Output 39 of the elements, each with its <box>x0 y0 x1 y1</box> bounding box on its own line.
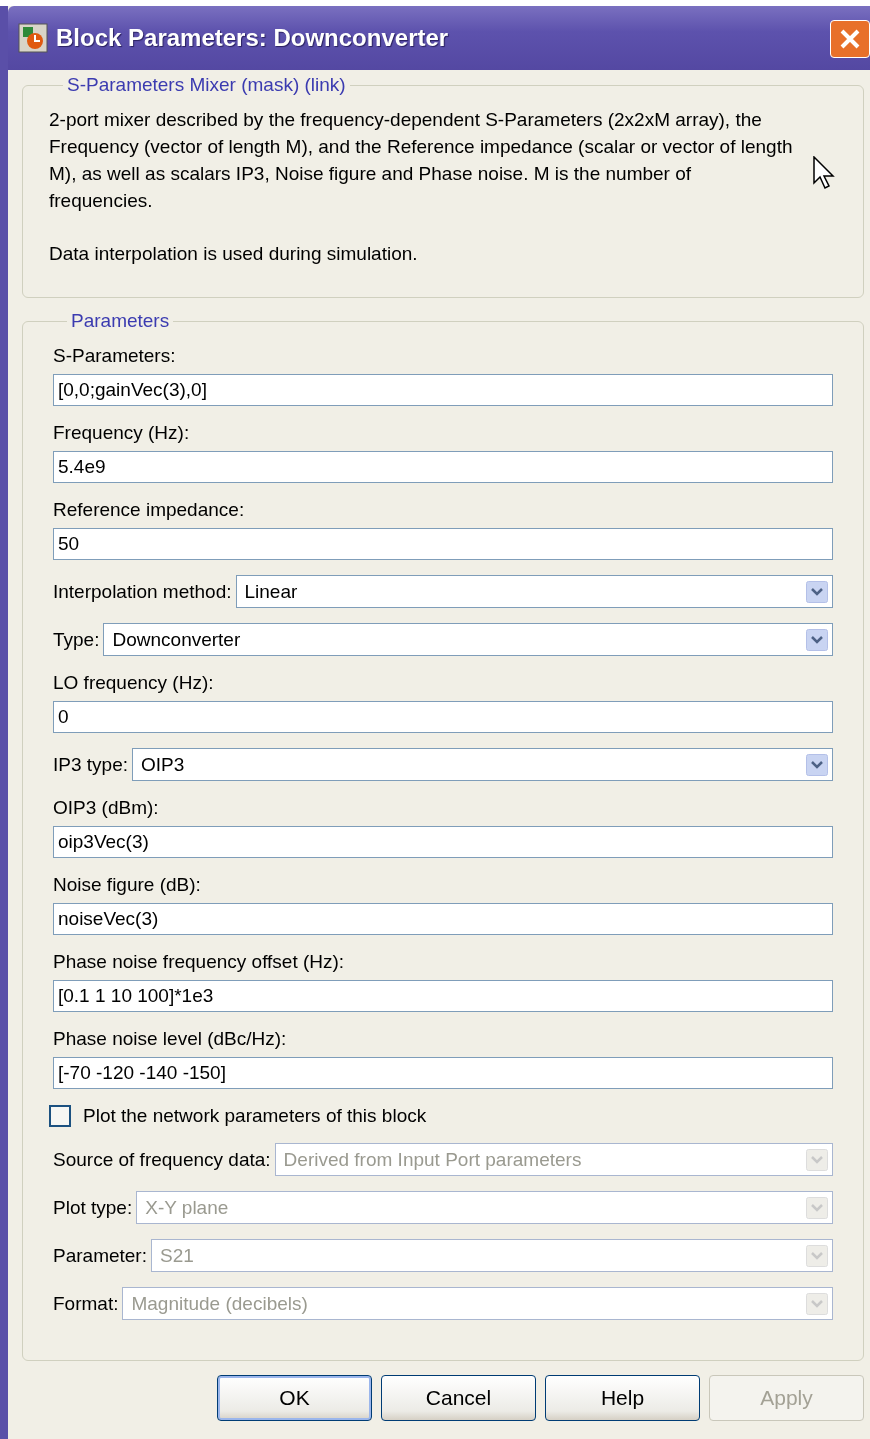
field-label: Phase noise frequency offset (Hz): <box>53 950 346 974</box>
field-label: Noise figure (dB): <box>53 873 202 897</box>
group-title: Parameters <box>70 310 171 332</box>
field-label: Type: <box>53 627 100 652</box>
input-field[interactable]: 50 <box>53 528 833 560</box>
field-label: OIP3 (dBm): <box>53 796 160 820</box>
description-text: Data interpolation is used during simulation. <box>49 242 419 266</box>
field-label: Interpolation method: <box>53 579 232 604</box>
dropdown[interactable]: Downconverter <box>103 623 833 656</box>
input-field[interactable]: oip3Vec(3) <box>53 826 833 858</box>
input-field[interactable]: [0,0;gainVec(3),0] <box>53 374 833 406</box>
field-label: LO frequency (Hz): <box>53 671 215 695</box>
field-label: Source of frequency data: <box>53 1147 271 1172</box>
dialog-button[interactable]: Help <box>545 1375 700 1421</box>
group-title: S-Parameters Mixer (mask) (link) <box>66 74 347 96</box>
field-label: Reference impedance: <box>53 498 246 522</box>
field-label: IP3 type: <box>53 752 128 777</box>
input-field[interactable]: 5.4e9 <box>53 451 833 483</box>
block-icon <box>18 23 48 53</box>
input-field[interactable]: [-70 -120 -140 -150] <box>53 1057 833 1089</box>
dialog-button[interactable]: Cancel <box>381 1375 536 1421</box>
checkbox[interactable] <box>49 1105 71 1127</box>
window-title: Block Parameters: Downconverter <box>56 24 449 52</box>
input-field[interactable]: 0 <box>53 701 833 733</box>
close-button[interactable] <box>830 20 870 58</box>
checkbox-label: Plot the network parameters of this block <box>83 1104 427 1128</box>
field-label: Parameter: <box>53 1243 147 1268</box>
field-label: S-Parameters: <box>53 344 177 368</box>
dropdown[interactable]: Linear <box>235 575 833 608</box>
field-label: Frequency (Hz): <box>53 421 191 445</box>
input-field[interactable]: noiseVec(3) <box>53 903 833 935</box>
field-label: Plot type: <box>53 1195 133 1220</box>
field-label: Phase noise level (dBc/Hz): <box>53 1027 288 1051</box>
input-field[interactable]: [0.1 1 10 100]*1e3 <box>53 980 833 1012</box>
dropdown[interactable]: OIP3 <box>132 748 833 781</box>
dialog-button[interactable]: OK <box>217 1375 372 1421</box>
description-text: 2-port mixer described by the frequency-dependent S-Parameters (2x2xM array), the Frequency (vector of length M), and the Reference impedance (scalar or vector of length M), as well as scalars IP3, Noise figure and Phase noise. M is the number of frequencies. <box>49 108 794 213</box>
field-label: Format: <box>53 1291 119 1316</box>
cursor-icon <box>813 156 835 190</box>
